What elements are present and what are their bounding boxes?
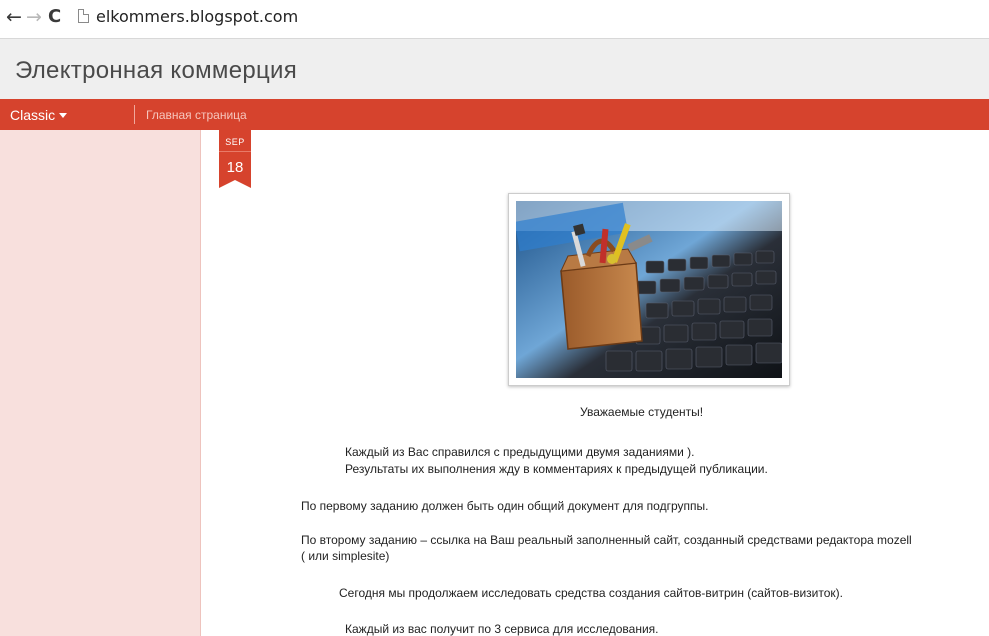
post-date-badge: SEP 18: [219, 130, 251, 188]
post-date-day: 18: [226, 159, 244, 176]
back-arrow-icon[interactable]: ←: [6, 6, 22, 28]
post-paragraph: По первому заданию должен быть один общи…: [301, 499, 709, 513]
toolbox-on-keyboard-image: [516, 201, 782, 378]
view-selector-label: Classic: [10, 107, 56, 123]
blog-header: Электронная коммерция: [0, 38, 989, 99]
post-image-frame[interactable]: [508, 193, 790, 386]
reload-icon[interactable]: C: [48, 6, 61, 28]
page-icon: [78, 9, 89, 23]
browser-toolbar: ← → C elkommers.blogspot.com: [0, 0, 989, 38]
post-paragraph: По второму заданию – ссылка на Ваш реаль…: [301, 533, 912, 547]
post-greeting: Уважаемые студенты!: [580, 405, 704, 419]
post-paragraph: Каждый из вас получит по 3 сервиса для и…: [345, 622, 659, 636]
post-paragraph: Результаты их выполнения жду в комментар…: [345, 462, 768, 476]
date-divider: [219, 151, 251, 152]
sidebar: [0, 130, 201, 636]
post-paragraph: ( или simplesite): [301, 549, 390, 563]
post-date-month: SEP: [225, 137, 245, 147]
view-selector[interactable]: Classic: [10, 107, 68, 123]
nav-divider: [134, 105, 135, 124]
blog-title[interactable]: Электронная коммерция: [15, 57, 297, 85]
blog-nav-bar: Classic Главная страница: [0, 99, 989, 130]
caret-down-icon: [59, 113, 68, 118]
post-paragraph: Сегодня мы продолжаем исследовать средст…: [339, 586, 843, 600]
address-bar[interactable]: elkommers.blogspot.com: [74, 3, 989, 31]
forward-arrow-icon[interactable]: →: [26, 6, 42, 28]
url-text: elkommers.blogspot.com: [96, 7, 299, 26]
nav-link-home[interactable]: Главная страница: [146, 108, 247, 122]
post-paragraph: Каждый из Вас справился с предыдущими дв…: [345, 445, 695, 459]
